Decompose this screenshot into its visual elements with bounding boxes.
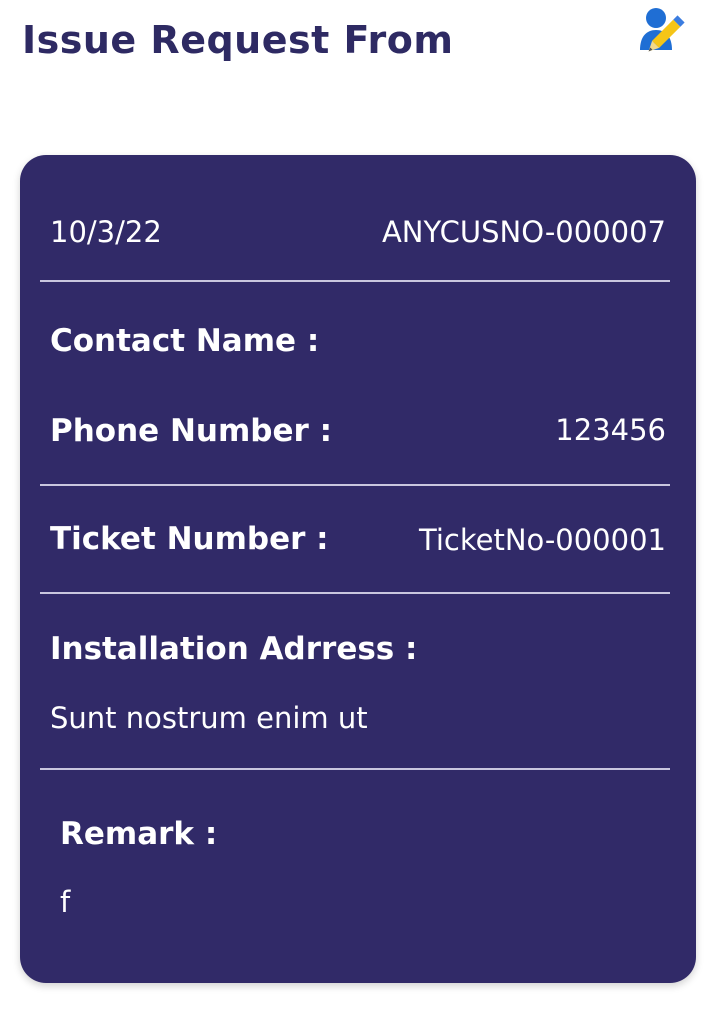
- page-title: Issue Request From: [22, 18, 454, 62]
- divider: [40, 768, 670, 770]
- remark-label: Remark :: [60, 816, 218, 852]
- issue-request-card: 10/3/22 ANYCUSNO-000007 Contact Name : P…: [20, 155, 696, 983]
- date-text: 10/3/22: [50, 215, 162, 249]
- remark-value: f: [60, 885, 71, 919]
- user-edit-icon[interactable]: [636, 4, 702, 70]
- divider: [40, 280, 670, 282]
- divider: [40, 592, 670, 594]
- phone-number-label: Phone Number :: [50, 413, 332, 449]
- app-header: Issue Request From: [0, 0, 718, 90]
- ticket-number-label: Ticket Number :: [50, 521, 329, 557]
- customer-number: ANYCUSNO-000007: [381, 215, 666, 249]
- installation-address-value: Sunt nostrum enim ut: [50, 701, 368, 735]
- installation-address-label: Installation Adrress :: [50, 631, 418, 667]
- ticket-number-value: TicketNo-000001: [419, 523, 666, 557]
- contact-name-label: Contact Name :: [50, 323, 320, 359]
- divider: [40, 484, 670, 486]
- phone-number-value: 123456: [555, 413, 666, 447]
